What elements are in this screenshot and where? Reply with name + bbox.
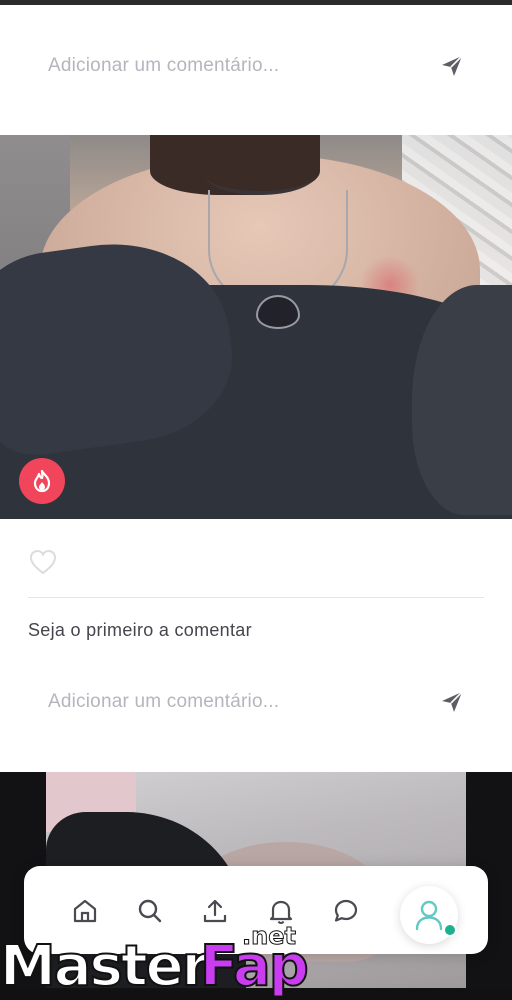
nav-messages[interactable]: [331, 896, 361, 926]
photo-neck-tattoo: [205, 155, 315, 195]
nav-home[interactable]: [70, 896, 100, 926]
nav-search[interactable]: [135, 896, 165, 926]
photo-heart-pendant: [256, 295, 300, 329]
comment-input-top[interactable]: Adicionar um comentário...: [28, 36, 484, 96]
online-status-dot: [443, 923, 457, 937]
user-icon: [415, 900, 443, 931]
send-icon[interactable]: [440, 690, 464, 714]
previous-post-edge: [0, 0, 512, 5]
bell-icon: [269, 900, 293, 924]
flame-icon: [33, 469, 51, 493]
nav-upload[interactable]: [200, 896, 230, 926]
send-icon[interactable]: [440, 54, 464, 78]
first-comment-prompt: Seja o primeiro a comentar: [28, 620, 252, 640]
comment-placeholder-bottom[interactable]: Adicionar um comentário...: [48, 691, 279, 713]
hot-badge[interactable]: [19, 458, 65, 504]
feed-page: Adicionar um comentário... Seja o primei…: [0, 0, 512, 1000]
watermark-logo: Master Fap .net: [0, 922, 320, 1000]
comment-placeholder-top[interactable]: Adicionar um comentário...: [48, 55, 279, 77]
chat-icon: [334, 899, 358, 922]
home-icon: [73, 899, 97, 923]
post-image[interactable]: [0, 135, 512, 519]
watermark-net: .net: [242, 922, 297, 951]
upload-icon: [203, 899, 227, 923]
like-heart-icon[interactable]: [28, 548, 58, 576]
divider: [28, 597, 484, 598]
search-icon: [138, 899, 162, 923]
comment-input-bottom[interactable]: Adicionar um comentário...: [28, 672, 484, 732]
watermark-master: Master: [0, 933, 210, 1000]
